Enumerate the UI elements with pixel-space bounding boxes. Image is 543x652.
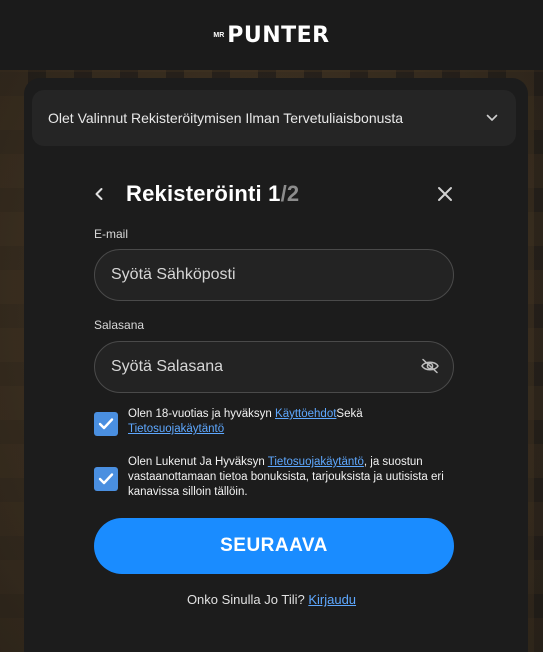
check-icon <box>98 418 114 430</box>
bonus-selector-label: Olet Valinnut Rekisteröitymisen Ilman Te… <box>48 110 404 126</box>
terms-of-use-link[interactable]: Käyttöehdot <box>275 408 336 420</box>
bonus-selector[interactable]: Olet Valinnut Rekisteröitymisen Ilman Te… <box>32 90 516 146</box>
top-bar: MR PUNTER <box>0 0 543 70</box>
eye-off-icon[interactable] <box>420 358 440 374</box>
email-field[interactable] <box>94 249 454 301</box>
terms-text-middle: Sekä <box>336 408 363 420</box>
terms-text: Olen 18-vuotias ja hyväksyn KäyttöehdotS… <box>128 407 458 437</box>
password-label: Salasana <box>94 318 145 332</box>
login-link[interactable]: Kirjaudu <box>308 592 356 607</box>
terms-text-before: Olen 18-vuotias ja hyväksyn <box>128 408 276 420</box>
close-button[interactable] <box>434 183 456 205</box>
step-total: 2 <box>286 181 300 206</box>
form-title: Rekisteröinti 1/2 <box>126 181 299 207</box>
form-header: Rekisteröinti 1/2 <box>94 176 456 212</box>
marketing-text-before: Olen Lukenut Ja Hyväksyn <box>128 456 268 468</box>
terms-checkbox[interactable] <box>94 412 118 436</box>
form-title-text: Rekisteröinti <box>126 181 262 206</box>
step-current: 1 <box>268 181 281 206</box>
logo-prefix: MR <box>213 31 225 39</box>
password-field[interactable] <box>94 341 454 393</box>
next-button[interactable]: SEURAAVA <box>94 518 454 574</box>
logo-wordmark: PUNTER <box>227 22 330 48</box>
login-prompt-text: Onko Sinulla Jo Tili? <box>186 592 309 607</box>
marketing-privacy-link[interactable]: Tietosuojakäytäntö <box>268 456 364 468</box>
marketing-text: Olen Lukenut Ja Hyväksyn Tietosuojakäytä… <box>128 455 458 500</box>
login-prompt: Onko Sinulla Jo Tili? Kirjaudu <box>0 592 543 607</box>
email-label: E-mail <box>94 227 129 241</box>
logo[interactable]: MR PUNTER <box>213 23 329 48</box>
chevron-left-icon <box>95 188 103 200</box>
privacy-policy-link[interactable]: Tietosuojakäytäntö <box>128 423 224 435</box>
chevron-down-icon <box>486 114 498 122</box>
back-button[interactable] <box>94 183 116 205</box>
close-icon <box>438 187 452 201</box>
marketing-checkbox[interactable] <box>94 467 118 491</box>
check-icon <box>98 473 114 485</box>
